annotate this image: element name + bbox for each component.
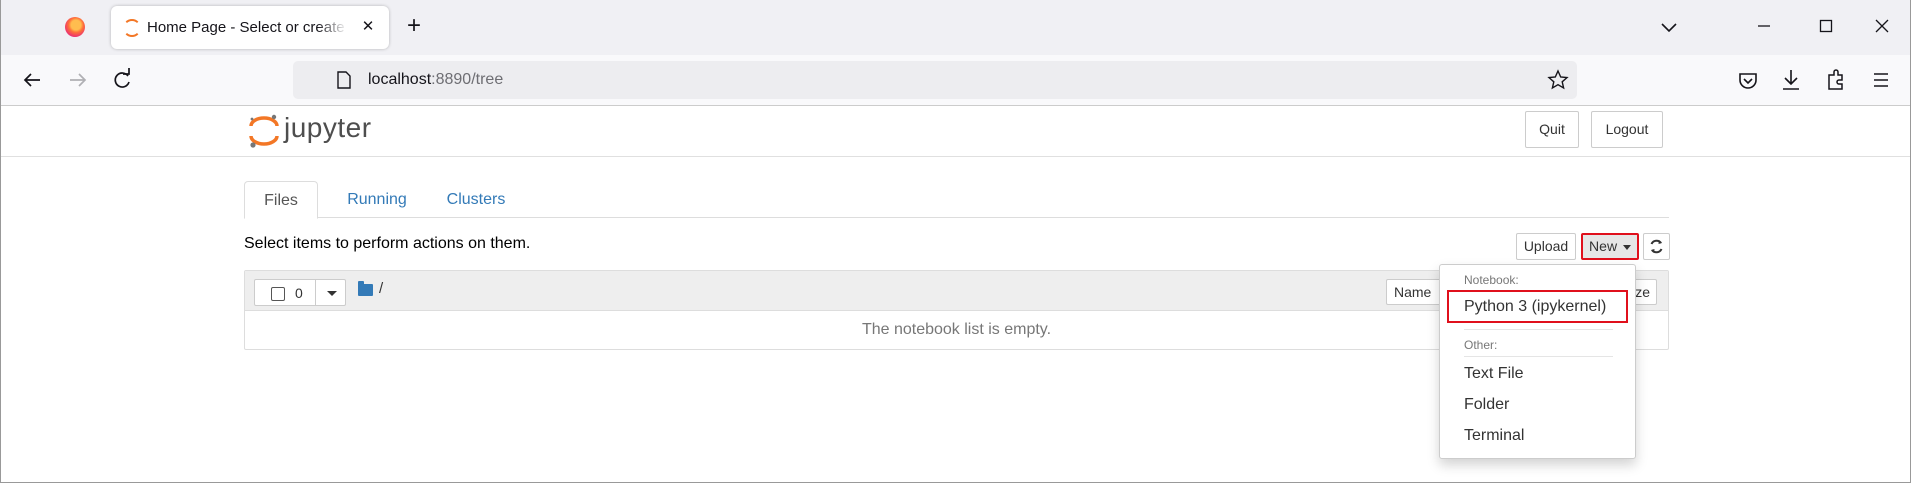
caret-down-icon <box>1622 244 1631 250</box>
dashboard-tabs: Files Running Clusters <box>244 181 1669 219</box>
minimize-icon[interactable] <box>1749 12 1779 42</box>
downloads-icon[interactable] <box>1776 65 1806 95</box>
refresh-icon <box>1650 239 1663 254</box>
list-all-tabs-icon[interactable] <box>1654 12 1684 42</box>
breadcrumb-root[interactable]: / <box>379 280 383 297</box>
new-button-label: New <box>1589 238 1618 254</box>
new-tab-icon[interactable]: + <box>401 14 427 40</box>
select-all-control[interactable]: 0 <box>254 279 346 306</box>
tab-clusters[interactable]: Clusters <box>432 181 520 218</box>
sort-by-name-button[interactable]: Name <box>1386 279 1446 305</box>
address-bar[interactable]: localhost:8890/tree <box>293 61 1577 99</box>
menu-item-terminal[interactable]: Terminal <box>1464 427 1524 445</box>
jupyter-header: jupyter Quit Logout <box>1 106 1910 157</box>
url-text[interactable]: localhost:8890/tree <box>368 71 503 89</box>
menu-item-text-file[interactable]: Text File <box>1464 365 1524 383</box>
forward-icon[interactable] <box>63 65 93 95</box>
close-tab-icon[interactable]: ✕ <box>357 16 379 38</box>
menu-item-folder[interactable]: Folder <box>1464 396 1509 414</box>
new-button[interactable]: New <box>1581 233 1639 260</box>
pocket-icon[interactable] <box>1733 65 1763 95</box>
quit-button[interactable]: Quit <box>1525 111 1579 148</box>
menu-divider <box>1464 356 1613 357</box>
new-dropdown-menu: Notebook: Python 3 (ipykernel) Other: Te… <box>1439 264 1636 459</box>
browser-nav-bar: localhost:8890/tree <box>1 55 1910 106</box>
bookmark-star-icon[interactable] <box>1547 69 1569 96</box>
menu-item-python3-kernel[interactable]: Python 3 (ipykernel) <box>1447 290 1628 323</box>
refresh-button[interactable] <box>1643 233 1670 260</box>
menu-divider <box>1464 329 1613 330</box>
browser-tab[interactable]: Home Page - Select or create a notebook … <box>111 6 389 49</box>
selected-count: 0 <box>295 285 303 301</box>
jupyter-logo-text[interactable]: jupyter <box>284 112 372 144</box>
jupyter-favicon-icon <box>123 19 141 37</box>
select-all-checkbox[interactable] <box>271 287 285 301</box>
logout-button[interactable]: Logout <box>1591 111 1663 148</box>
tab-title: Home Page - Select or create a notebook <box>147 19 347 36</box>
selection-hint: Select items to perform actions on them. <box>244 235 531 252</box>
extensions-icon[interactable] <box>1821 65 1851 95</box>
jupyter-logo-icon[interactable] <box>247 113 281 149</box>
tab-running[interactable]: Running <box>334 181 420 218</box>
back-icon[interactable] <box>17 65 47 95</box>
folder-icon[interactable] <box>358 281 373 296</box>
menu-icon[interactable] <box>1866 65 1896 95</box>
maximize-icon[interactable] <box>1811 12 1841 42</box>
reload-icon[interactable] <box>107 65 137 95</box>
notebook-section-header: Notebook: <box>1464 273 1519 287</box>
close-window-icon[interactable] <box>1867 12 1897 42</box>
divider <box>315 280 316 305</box>
other-section-header: Other: <box>1464 338 1498 352</box>
chevron-down-icon[interactable] <box>327 291 337 296</box>
tab-files[interactable]: Files <box>244 181 318 219</box>
firefox-icon[interactable] <box>65 17 85 37</box>
upload-button[interactable]: Upload <box>1516 233 1576 260</box>
browser-tab-bar: Home Page - Select or create a notebook … <box>1 0 1910 55</box>
page-info-icon[interactable] <box>337 71 351 94</box>
